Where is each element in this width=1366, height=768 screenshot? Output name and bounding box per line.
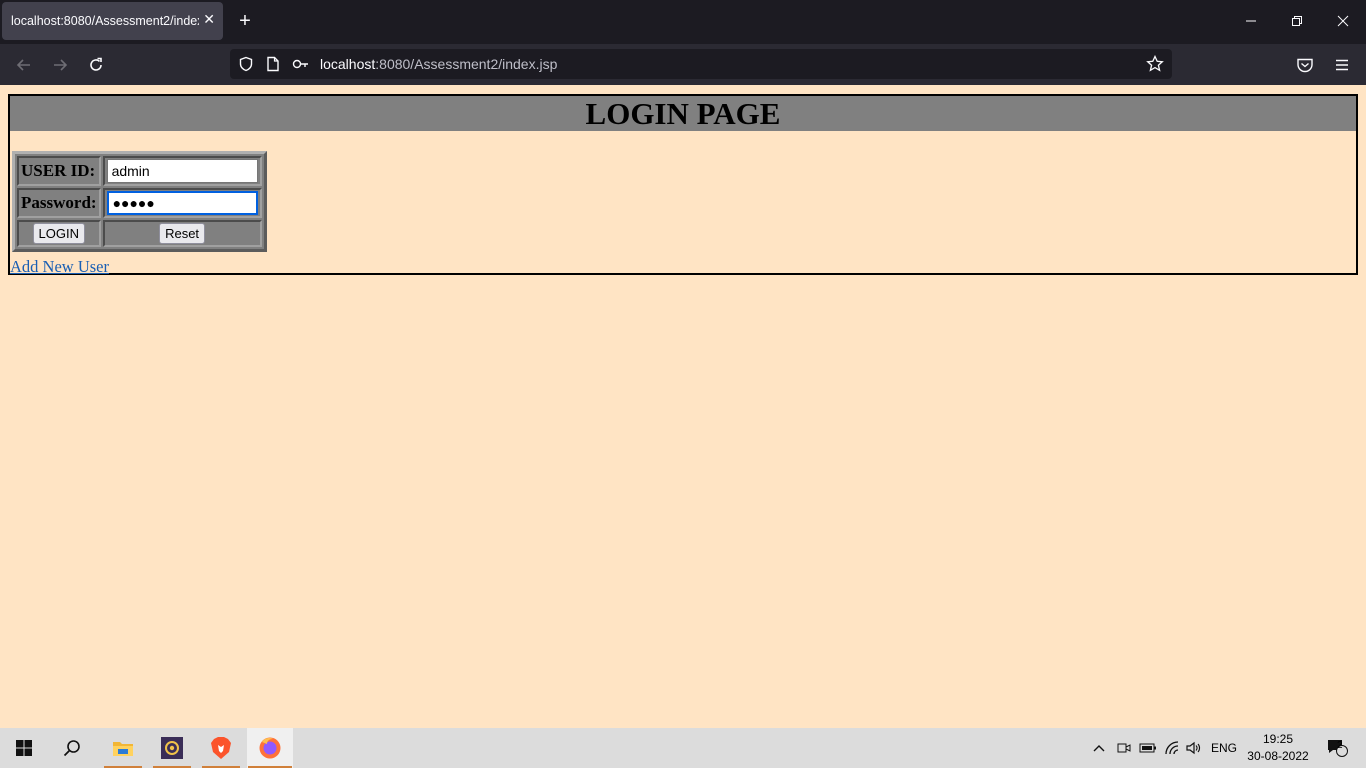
file-explorer-icon[interactable] [103, 728, 143, 768]
url-bar[interactable]: localhost:8080/Assessment2/index.jsp [230, 49, 1172, 79]
password-input[interactable] [106, 191, 258, 215]
close-tab-icon[interactable]: ✕ [203, 11, 215, 28]
password-label: Password: [17, 188, 101, 218]
bookmark-star-icon[interactable] [1146, 54, 1164, 78]
page-header: LOGIN PAGE [10, 96, 1356, 131]
login-container: LOGIN PAGE USER ID: Password: LOGIN Rese… [8, 94, 1358, 277]
shield-icon[interactable] [238, 56, 254, 77]
key-icon[interactable] [292, 56, 310, 77]
volume-icon[interactable] [1184, 728, 1204, 768]
back-icon[interactable] [11, 52, 37, 78]
add-new-user-link[interactable]: Add New User [10, 257, 109, 277]
page-icon[interactable] [266, 56, 280, 77]
reset-button[interactable]: Reset [159, 223, 206, 244]
login-form: USER ID: Password: LOGIN Reset [12, 151, 267, 252]
page-content: LOGIN PAGE USER ID: Password: LOGIN Rese… [0, 85, 1366, 728]
user-id-label: USER ID: [17, 156, 101, 186]
tab-bar: localhost:8080/Assessment2/index.jsp ✕ + [0, 0, 1366, 44]
url-text[interactable]: localhost:8080/Assessment2/index.jsp [320, 56, 557, 72]
navigation-bar: localhost:8080/Assessment2/index.jsp [0, 44, 1366, 85]
firefox-icon[interactable] [247, 728, 293, 768]
windows-start-icon[interactable] [4, 728, 44, 768]
login-button[interactable]: LOGIN [32, 223, 86, 244]
new-tab-button[interactable]: + [233, 10, 257, 34]
clock-time: 19:25 [1262, 732, 1294, 746]
user-id-input[interactable] [106, 159, 258, 183]
tab-title: localhost:8080/Assessment2/index.jsp [11, 14, 199, 28]
close-window-icon[interactable] [1328, 8, 1358, 36]
brave-browser-icon[interactable] [201, 728, 241, 768]
app-settings-icon[interactable] [152, 728, 192, 768]
language-indicator[interactable]: ENG [1208, 728, 1240, 768]
clock[interactable]: 19:25 30-08-2022 [1240, 731, 1316, 765]
meet-now-icon[interactable] [1114, 728, 1134, 768]
search-icon[interactable] [52, 728, 92, 768]
reload-icon[interactable] [83, 52, 109, 78]
battery-icon[interactable] [1137, 728, 1159, 768]
browser-tab[interactable]: localhost:8080/Assessment2/index.jsp ✕ [2, 2, 223, 40]
forward-icon[interactable] [47, 52, 73, 78]
minimize-icon[interactable] [1236, 8, 1266, 36]
wifi-icon[interactable] [1162, 728, 1184, 768]
menu-icon[interactable] [1329, 52, 1355, 78]
notification-count: 2 [1337, 740, 1343, 751]
taskbar: ENG 19:25 30-08-2022 2 [0, 728, 1366, 768]
notification-center-icon[interactable]: 2 [1322, 728, 1352, 768]
show-hidden-icons-icon[interactable] [1089, 728, 1109, 768]
clock-date: 30-08-2022 [1247, 749, 1309, 763]
restore-icon[interactable] [1282, 8, 1312, 36]
page-title: LOGIN PAGE [585, 96, 781, 131]
pocket-icon[interactable] [1292, 52, 1318, 78]
